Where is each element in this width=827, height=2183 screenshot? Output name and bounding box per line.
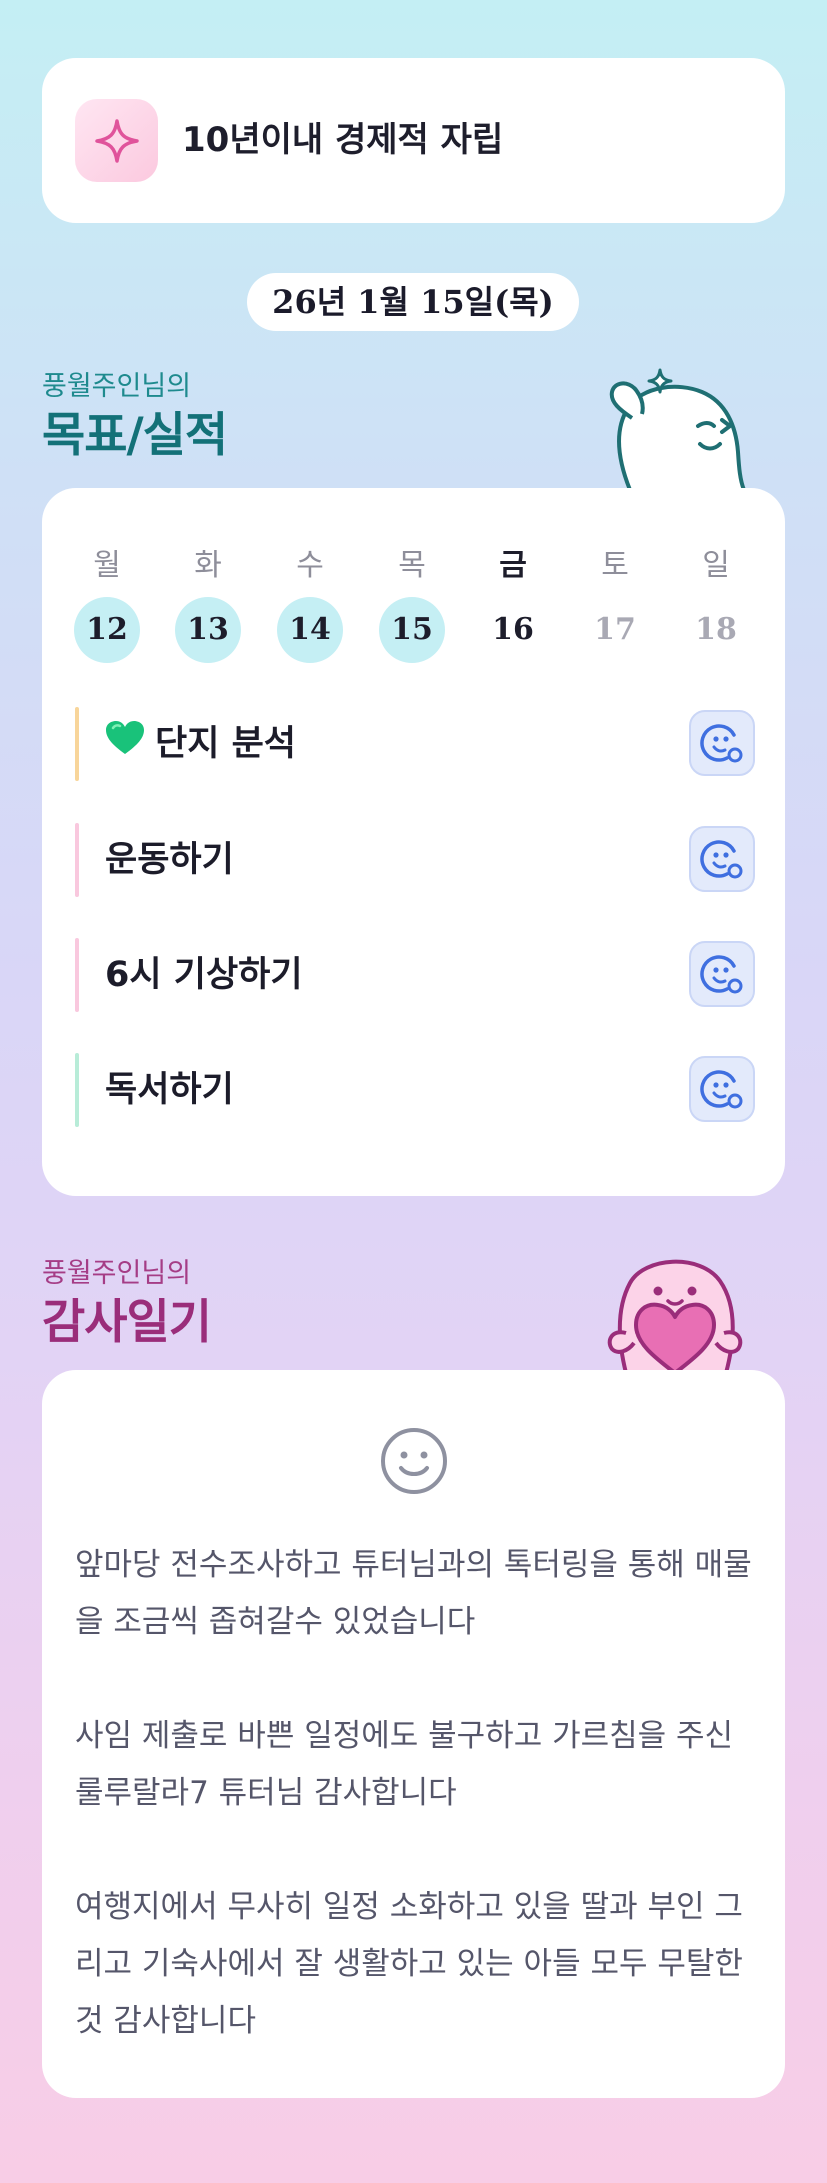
task-label: 6시 기상하기 bbox=[105, 955, 303, 995]
goal-text: 10년이내 경제적 자립 bbox=[182, 120, 504, 160]
diary-paragraph: 여행지에서 무사히 일정 소화하고 있을 딸과 부인 그리고 기숙사에서 잘 생… bbox=[75, 1889, 743, 2039]
smile-face-icon bbox=[700, 724, 743, 763]
weekday-wed: 수 bbox=[296, 548, 324, 583]
date-pill: 26년 1월 15일(목) bbox=[247, 273, 579, 331]
sparkle-icon bbox=[75, 99, 158, 182]
date-16[interactable]: 16 bbox=[480, 597, 546, 663]
goal-card[interactable]: 10년이내 경제적 자립 bbox=[42, 58, 785, 223]
feedback-face-button[interactable] bbox=[689, 1056, 755, 1122]
weekday-sun: 일 bbox=[702, 548, 730, 583]
date-18[interactable]: 18 bbox=[683, 597, 749, 663]
task-item[interactable]: 운동하기 bbox=[75, 823, 755, 897]
task-color-bar bbox=[75, 938, 79, 1012]
task-label: 단지 분석 bbox=[105, 707, 296, 782]
task-item[interactable]: 6시 기상하기 bbox=[75, 938, 755, 1012]
task-color-bar bbox=[75, 707, 79, 781]
goals-section-title: 목표/실적 bbox=[42, 408, 228, 463]
weekday-tue: 화 bbox=[194, 548, 222, 583]
gratitude-section-title: 감사일기 bbox=[42, 1295, 212, 1350]
feedback-face-button[interactable] bbox=[689, 941, 755, 1007]
weekday-thu: 목 bbox=[398, 548, 426, 583]
diary-paragraph: 앞마당 전수조사하고 튜터님과의 톡터링을 통해 매물을 조금씩 좁혀갈수 있었… bbox=[75, 1547, 752, 1640]
smile-face-icon bbox=[700, 840, 743, 879]
date-14[interactable]: 14 bbox=[277, 597, 343, 663]
diary-paragraph: 사임 제출로 바쁜 일정에도 불구하고 가르침을 주신 룰루랄라7 튜터님 감사… bbox=[75, 1718, 734, 1811]
green-heart-icon bbox=[105, 708, 145, 782]
weekday-sat: 토 bbox=[601, 548, 629, 583]
feedback-face-button[interactable] bbox=[689, 710, 755, 776]
date-13[interactable]: 13 bbox=[175, 597, 241, 663]
task-label: 운동하기 bbox=[105, 840, 234, 880]
task-color-bar bbox=[75, 823, 79, 897]
task-label: 독서하기 bbox=[105, 1070, 234, 1110]
feedback-face-button[interactable] bbox=[689, 826, 755, 892]
date-12[interactable]: 12 bbox=[74, 597, 140, 663]
weekday-mon: 월 bbox=[93, 548, 121, 583]
smile-face-icon bbox=[700, 1070, 743, 1109]
heart-mascot-icon bbox=[607, 1259, 743, 1373]
waving-mascot-icon bbox=[609, 368, 746, 490]
smile-face-icon bbox=[700, 955, 743, 994]
task-item[interactable]: 독서하기 bbox=[75, 1053, 755, 1127]
date-17[interactable]: 17 bbox=[582, 597, 648, 663]
weekday-fri: 금 bbox=[499, 548, 527, 583]
date-15[interactable]: 15 bbox=[379, 597, 445, 663]
smile-icon bbox=[381, 1428, 447, 1494]
task-color-bar bbox=[75, 1053, 79, 1127]
task-label-text: 단지 분석 bbox=[155, 724, 296, 764]
task-item[interactable]: 단지 분석 bbox=[75, 707, 755, 781]
